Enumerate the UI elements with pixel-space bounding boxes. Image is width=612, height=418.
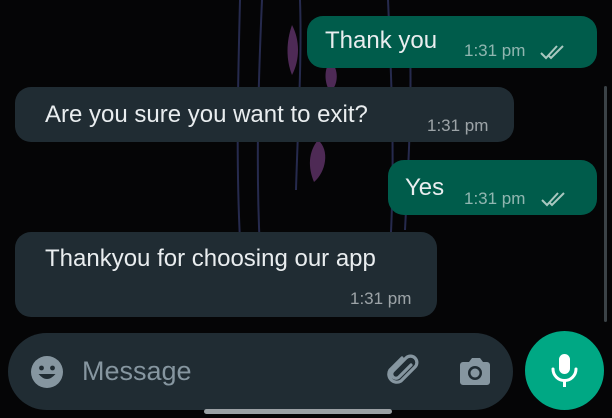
message-text: Are you sure you want to exit? (45, 101, 368, 128)
message-bubble-incoming[interactable]: Are you sure you want to exit? 1:31 pm (15, 87, 514, 142)
message-composer: Message (8, 333, 513, 410)
scrollbar[interactable] (604, 86, 607, 322)
home-indicator[interactable] (204, 409, 392, 414)
emoji-icon[interactable] (30, 355, 64, 389)
message-bubble-outgoing[interactable]: Thank you 1:31 pm (307, 16, 597, 68)
double-check-icon (541, 192, 565, 207)
message-time: 1:31 pm (350, 289, 412, 308)
message-input[interactable]: Message (82, 356, 192, 387)
message-bubble-incoming[interactable]: Thankyou for choosing our app 1:31 pm (15, 232, 437, 317)
message-text: Thankyou for choosing our app (45, 245, 376, 272)
microphone-button[interactable] (525, 331, 604, 410)
message-time: 1:31 pm (427, 116, 489, 135)
double-check-icon (540, 45, 564, 60)
paperclip-icon[interactable] (384, 351, 424, 391)
message-text: Thank you (325, 27, 438, 54)
chat-screen: Thank you 1:31 pm Are you sure you want … (0, 0, 612, 418)
message-time: 1:31 pm (464, 41, 526, 60)
message-text: Yes (405, 174, 445, 201)
message-time: 1:31 pm (464, 189, 526, 208)
message-bubble-outgoing[interactable]: Yes 1:31 pm (388, 160, 597, 215)
camera-icon[interactable] (456, 353, 494, 391)
microphone-icon (551, 354, 578, 387)
